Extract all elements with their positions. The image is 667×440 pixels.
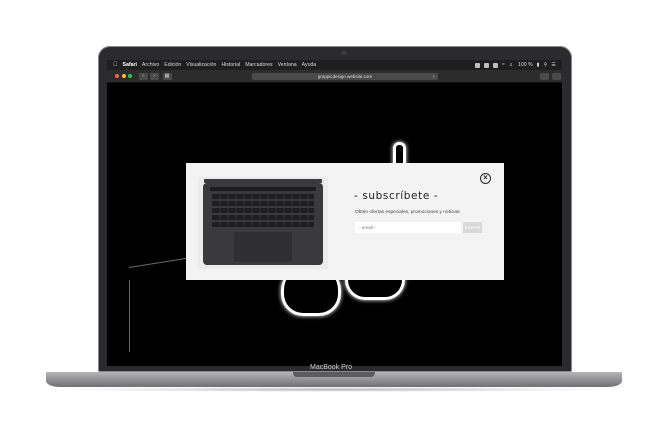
menu-item-historial[interactable]: Historial bbox=[221, 62, 240, 68]
address-url: grappicdesign.website.com bbox=[317, 74, 373, 79]
email-input[interactable] bbox=[355, 222, 461, 233]
menu-item-archivo[interactable]: Archivo bbox=[142, 62, 159, 68]
battery-percent: 100 % bbox=[517, 62, 533, 68]
clear-address-icon[interactable]: × bbox=[432, 73, 435, 80]
tray-flag2-icon[interactable] bbox=[492, 62, 498, 68]
laptop-shadow bbox=[60, 387, 608, 392]
neon-cable bbox=[129, 280, 130, 352]
neon-cable-2 bbox=[128, 257, 187, 268]
back-button[interactable]: ‹ bbox=[138, 72, 148, 80]
tabs-overview-icon[interactable] bbox=[552, 73, 561, 80]
laptop-screen:  Safari Archivo Edición Visualización H… bbox=[107, 60, 562, 366]
subscribe-modal: × - subscríbete - Obtén ofertas especial… bbox=[186, 163, 504, 280]
laptop-thumbnail-image bbox=[198, 177, 328, 269]
camera-icon bbox=[342, 51, 346, 55]
tray-flag-icon[interactable] bbox=[483, 62, 489, 68]
close-modal-button[interactable]: × bbox=[480, 173, 491, 184]
device-label: MacBook Pro bbox=[310, 364, 353, 371]
share-icon[interactable] bbox=[540, 73, 549, 80]
battery-icon[interactable]: ▮ bbox=[537, 62, 540, 68]
laptop-opening-notch bbox=[293, 372, 375, 377]
close-window-icon[interactable] bbox=[115, 74, 119, 78]
menu-app-name[interactable]: Safari bbox=[123, 62, 137, 68]
browser-toolbar: ‹ › ▦ grappicdesign.website.com × bbox=[107, 70, 562, 83]
submit-button[interactable]: ENVIAR bbox=[463, 222, 482, 233]
tray-app-icon[interactable] bbox=[474, 62, 480, 68]
volume-icon[interactable]: ♬ bbox=[509, 62, 514, 68]
apple-icon[interactable]:  bbox=[113, 62, 118, 68]
spotlight-icon[interactable]: ⚲ bbox=[544, 62, 548, 68]
address-bar[interactable]: grappicdesign.website.com × bbox=[252, 73, 438, 80]
modal-description: Obtén ofertas especiales, promociones y … bbox=[355, 210, 461, 215]
menu-item-edicion[interactable]: Edición bbox=[164, 62, 181, 68]
menu-item-marcadores[interactable]: Marcadores bbox=[245, 62, 272, 68]
stage:  Safari Archivo Edición Visualización H… bbox=[0, 0, 667, 440]
wifi-icon[interactable]: ≈ bbox=[502, 62, 505, 68]
minimize-window-icon[interactable] bbox=[121, 74, 126, 78]
modal-title: - subscríbete - bbox=[354, 190, 439, 202]
menu-item-visualizacion[interactable]: Visualización bbox=[186, 62, 216, 68]
zoom-window-icon[interactable] bbox=[128, 74, 132, 78]
menu-bar-tray: ≈ ♬ 100 % ▮ ⚲ ☰ bbox=[474, 62, 562, 68]
control-center-icon[interactable]: ☰ bbox=[551, 62, 556, 68]
menu-item-ventana[interactable]: Ventana bbox=[278, 62, 297, 68]
sidebar-toggle-icon[interactable]: ▦ bbox=[162, 72, 172, 80]
menu-bar:  Safari Archivo Edición Visualización H… bbox=[107, 60, 562, 70]
forward-button[interactable]: › bbox=[149, 72, 159, 80]
menu-item-ayuda[interactable]: Ayuda bbox=[302, 62, 317, 68]
